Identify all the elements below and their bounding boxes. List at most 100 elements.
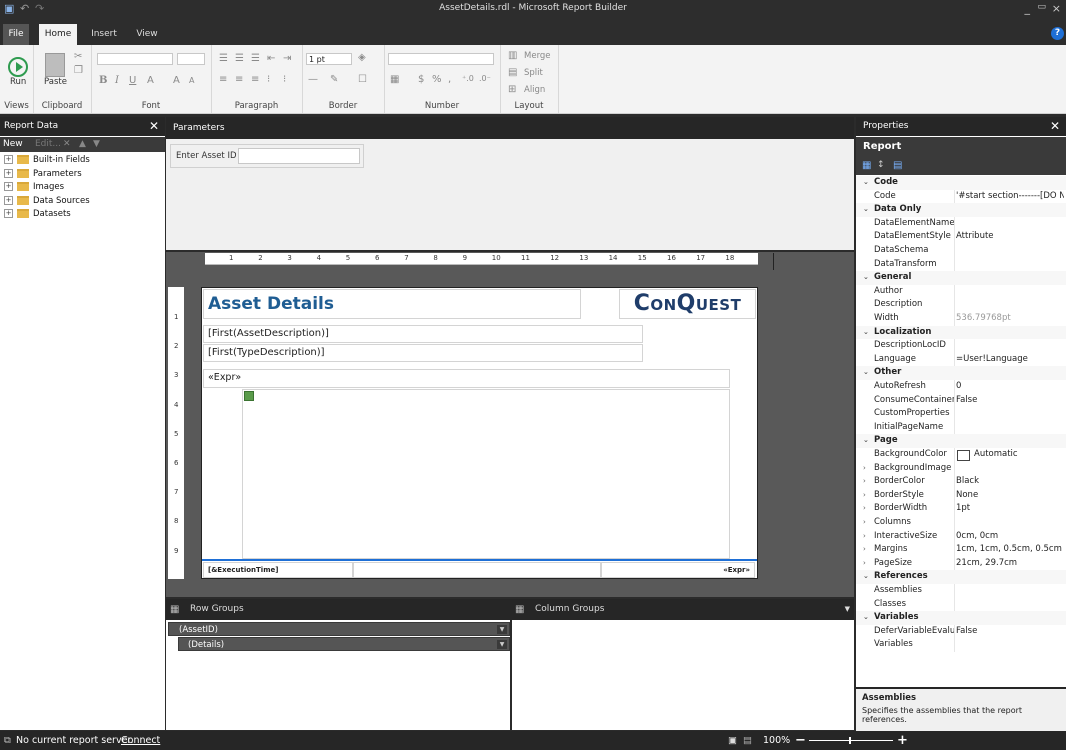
property-row[interactable]: BackgroundColor Automatic (856, 448, 1066, 462)
run-icon[interactable] (8, 57, 28, 77)
tree-item-datasets[interactable]: + Datasets (0, 208, 71, 221)
footer-expression-field[interactable]: «Expr» (601, 562, 755, 578)
property-row[interactable]: Description (856, 298, 1066, 312)
tree-item-data-sources[interactable]: + Data Sources (0, 195, 90, 208)
italic-icon[interactable]: I (115, 75, 119, 86)
increase-indent-icon[interactable]: ⇥ (283, 53, 291, 64)
merge-button[interactable]: Merge (524, 51, 551, 61)
asset-description-field[interactable]: [First(AssetDescription)] (203, 325, 643, 343)
percent-icon[interactable]: % (432, 74, 442, 85)
property-row[interactable]: InitialPageName (856, 420, 1066, 435)
run-button[interactable]: Run (10, 77, 26, 87)
execution-time-field[interactable]: [&ExecutionTime] (203, 562, 353, 578)
zoom-in-icon[interactable]: + (897, 731, 908, 750)
tab-file[interactable]: File (3, 24, 29, 45)
expand-icon[interactable]: + (4, 169, 13, 178)
expand-icon[interactable]: › (863, 516, 866, 530)
tree-item-parameters[interactable]: + Parameters (0, 168, 82, 181)
underline-icon[interactable]: U (129, 75, 136, 86)
property-value[interactable]: Attribute (956, 230, 1064, 244)
property-category[interactable]: ⌄ Data Only (856, 203, 1066, 217)
close-window-icon[interactable]: × (1052, 2, 1061, 15)
property-row[interactable]: › BorderStyle None (856, 488, 1066, 503)
property-row[interactable]: Language =User!Language (856, 352, 1066, 367)
tab-view[interactable]: View (130, 24, 164, 45)
bold-icon[interactable]: B (99, 75, 107, 86)
collapse-icon[interactable]: ⌄ (863, 271, 869, 285)
tab-insert[interactable]: Insert (85, 24, 123, 45)
collapse-icon[interactable]: ⌄ (863, 570, 869, 584)
expression-textbox[interactable]: «Expr» (203, 369, 730, 388)
restore-icon[interactable]: ▭ (1037, 2, 1046, 12)
property-row[interactable]: DeferVariableEvaluationFalse (856, 624, 1066, 639)
property-row[interactable]: DataTransform (856, 257, 1066, 272)
align-top-icon[interactable]: ☰ (219, 53, 228, 64)
collapse-icon[interactable]: ⌄ (863, 366, 869, 380)
expand-icon[interactable]: › (863, 530, 866, 544)
asset-id-input[interactable] (238, 148, 360, 164)
edit-button[interactable]: Edit... (35, 137, 61, 152)
print-layout-icon[interactable]: ▤ (743, 731, 752, 750)
expand-icon[interactable]: › (863, 462, 866, 476)
property-row[interactable]: Author (856, 284, 1066, 299)
property-row[interactable]: AutoRefresh 0 (856, 380, 1066, 394)
property-row[interactable]: › InteractiveSize 0cm, 0cm (856, 529, 1066, 544)
report-title[interactable]: Asset Details (203, 289, 581, 319)
move-down-icon[interactable]: ▼ (93, 137, 100, 152)
property-row[interactable]: CustomProperties (856, 407, 1066, 421)
property-category[interactable]: ⌄ Variables (856, 611, 1066, 625)
border-color-icon[interactable]: ✎ (330, 74, 338, 85)
expand-icon[interactable]: + (4, 196, 13, 205)
property-category[interactable]: ⌄ Localization (856, 325, 1066, 340)
property-category[interactable]: ⌄ Other (856, 366, 1066, 380)
minimize-icon[interactable]: _ (1025, 2, 1031, 15)
expand-icon[interactable]: › (863, 489, 866, 503)
group-menu-icon[interactable]: ▼ (497, 640, 507, 649)
property-value[interactable]: Automatic (974, 448, 1066, 462)
align-bottom-icon[interactable]: ☰ (251, 53, 260, 64)
property-row[interactable]: Code '#start section-------[DO NOT (856, 189, 1066, 204)
zoom-out-icon[interactable]: − (795, 731, 806, 750)
align-right-icon[interactable]: ≡ (251, 74, 259, 85)
decrease-indent-icon[interactable]: ⇤ (267, 53, 275, 64)
currency-icon[interactable]: $ (418, 74, 424, 85)
property-row[interactable]: › BorderColor Black (856, 475, 1066, 489)
property-category[interactable]: ⌄ References (856, 570, 1066, 584)
property-value[interactable]: Black (956, 475, 1064, 489)
property-row[interactable]: ConsumeContainerWhitespaceFalse (856, 393, 1066, 408)
tree-item-images[interactable]: + Images (0, 181, 64, 194)
collapse-icon[interactable]: ⌄ (863, 203, 869, 217)
zoom-slider[interactable] (809, 737, 893, 744)
property-row[interactable]: › PageSize 21cm, 29.7cm (856, 556, 1066, 571)
color-swatch[interactable] (957, 450, 970, 461)
paste-icon[interactable] (45, 53, 65, 77)
number-format-select[interactable] (388, 53, 494, 65)
collapse-icon[interactable]: ⌄ (863, 326, 869, 340)
tab-home[interactable]: Home (39, 24, 77, 45)
property-row[interactable]: DataElementName (856, 216, 1066, 231)
property-row[interactable]: › Margins 1cm, 1cm, 0.5cm, 0.5cm (856, 543, 1066, 557)
grouping-dropdown-icon[interactable]: ▼ (845, 599, 850, 620)
fill-color-icon[interactable]: ◈ (358, 52, 366, 63)
grow-font-icon[interactable]: A (173, 75, 180, 86)
property-row[interactable]: › BorderWidth 1pt (856, 502, 1066, 516)
collapse-icon[interactable]: ⌄ (863, 434, 869, 448)
categorized-icon[interactable]: ▦ (862, 160, 871, 171)
property-row[interactable]: Assemblies (856, 584, 1066, 598)
expand-icon[interactable]: › (863, 543, 866, 557)
property-value[interactable]: 21cm, 29.7cm (956, 557, 1064, 571)
property-value[interactable]: 1cm, 1cm, 0.5cm, 0.5cm (956, 543, 1064, 557)
property-row[interactable]: › BackgroundImage (856, 461, 1066, 476)
font-size-select[interactable] (177, 53, 205, 65)
property-row[interactable]: Variables (856, 638, 1066, 652)
group-menu-icon[interactable]: ▼ (497, 625, 507, 634)
property-category[interactable]: ⌄ Code (856, 176, 1066, 190)
expand-icon[interactable]: › (863, 475, 866, 489)
close-properties-icon[interactable]: ✕ (1050, 117, 1060, 136)
collapse-icon[interactable]: ⌄ (863, 176, 869, 190)
connect-link[interactable]: Connect (121, 731, 160, 750)
align-left-icon[interactable]: ≡ (219, 74, 227, 85)
expand-icon[interactable]: + (4, 155, 13, 164)
property-row[interactable]: DataSchema (856, 244, 1066, 258)
property-row[interactable]: Width 536.79768pt (856, 312, 1066, 326)
